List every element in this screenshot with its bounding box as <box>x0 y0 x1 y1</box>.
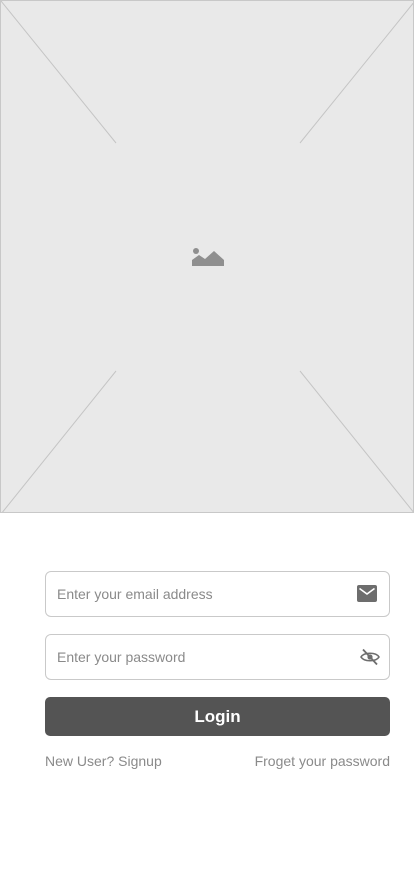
email-field <box>45 571 390 617</box>
image-placeholder-icon <box>192 248 224 266</box>
signup-link[interactable]: New User? Signup <box>45 752 162 770</box>
password-input[interactable] <box>57 635 347 679</box>
forgot-password-link[interactable]: Froget your password <box>255 752 390 770</box>
login-button[interactable]: Login <box>45 697 390 736</box>
mail-icon <box>357 585 377 602</box>
login-screen: Login New User? Signup Froget your passw… <box>0 0 414 896</box>
hero-image-placeholder <box>0 0 414 513</box>
email-input[interactable] <box>57 572 347 616</box>
password-field <box>45 634 390 680</box>
eye-off-icon[interactable] <box>360 648 380 666</box>
